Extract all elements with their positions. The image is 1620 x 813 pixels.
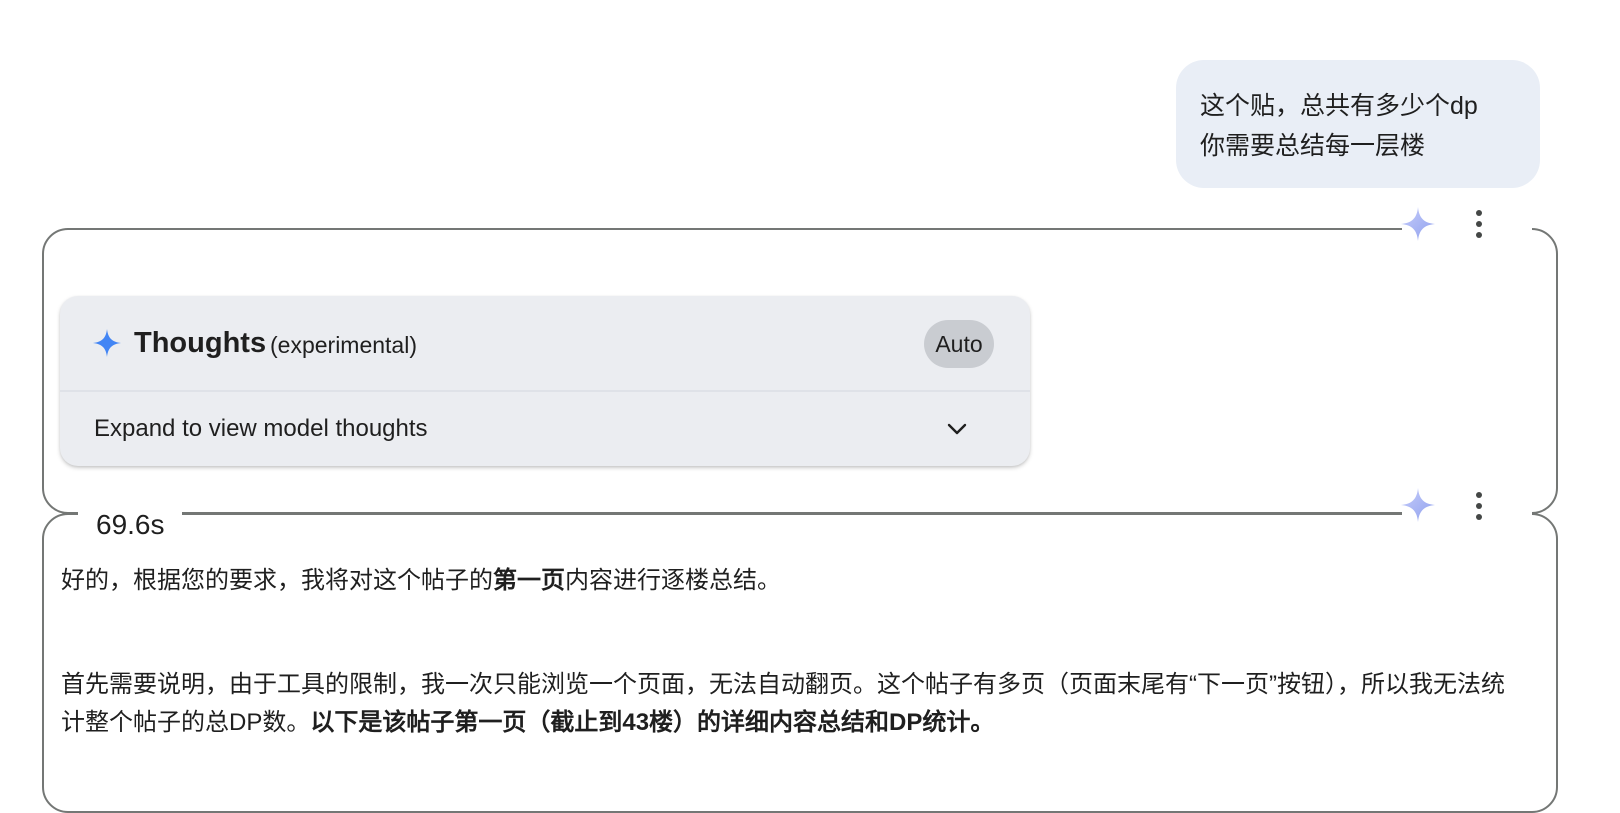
thoughts-header: Thoughts (experimental) Auto bbox=[60, 296, 1030, 392]
response-paragraph-1: 好的，根据您的要求，我将对这个帖子的第一页内容进行逐楼总结。 bbox=[61, 562, 1521, 600]
response-turn-frame bbox=[42, 513, 1558, 813]
user-message-line-1: 这个贴，总共有多少个dp bbox=[1200, 92, 1478, 120]
more-options-icon[interactable] bbox=[1475, 492, 1483, 520]
thoughts-title: Thoughts bbox=[134, 327, 267, 359]
response-text: 好的，根据您的要求，我将对这个帖子的 bbox=[61, 567, 493, 594]
sparkle-icon bbox=[93, 329, 121, 357]
response-bold-text: 以下是该帖子第一页（截止到43楼）的详细内容总结和DP统计。 bbox=[310, 709, 995, 736]
expand-thoughts-label: Expand to view model thoughts bbox=[94, 415, 428, 442]
chevron-down-icon bbox=[947, 423, 967, 435]
response-text: 内容进行逐楼总结。 bbox=[565, 567, 781, 594]
thinking-duration: 69.6s bbox=[92, 508, 169, 542]
gemini-sparkle-icon bbox=[1401, 488, 1435, 522]
gemini-sparkle-icon bbox=[1401, 207, 1435, 241]
thinking-mode-badge[interactable]: Auto bbox=[924, 320, 994, 368]
user-message-line-2: 你需要总结每一层楼 bbox=[1200, 132, 1426, 160]
expand-thoughts-button[interactable]: Expand to view model thoughts bbox=[60, 392, 1030, 466]
thoughts-subtitle: (experimental) bbox=[270, 332, 417, 358]
user-message-bubble: 这个贴，总共有多少个dp 你需要总结每一层楼 bbox=[1176, 60, 1540, 188]
response-bold-text: 第一页 bbox=[493, 567, 565, 594]
thoughts-panel: Thoughts (experimental) Auto Expand to v… bbox=[60, 296, 1030, 466]
response-paragraph-2: 首先需要说明，由于工具的限制，我一次只能浏览一个页面，无法自动翻页。这个帖子有多… bbox=[61, 666, 1521, 742]
more-options-icon[interactable] bbox=[1475, 210, 1483, 238]
